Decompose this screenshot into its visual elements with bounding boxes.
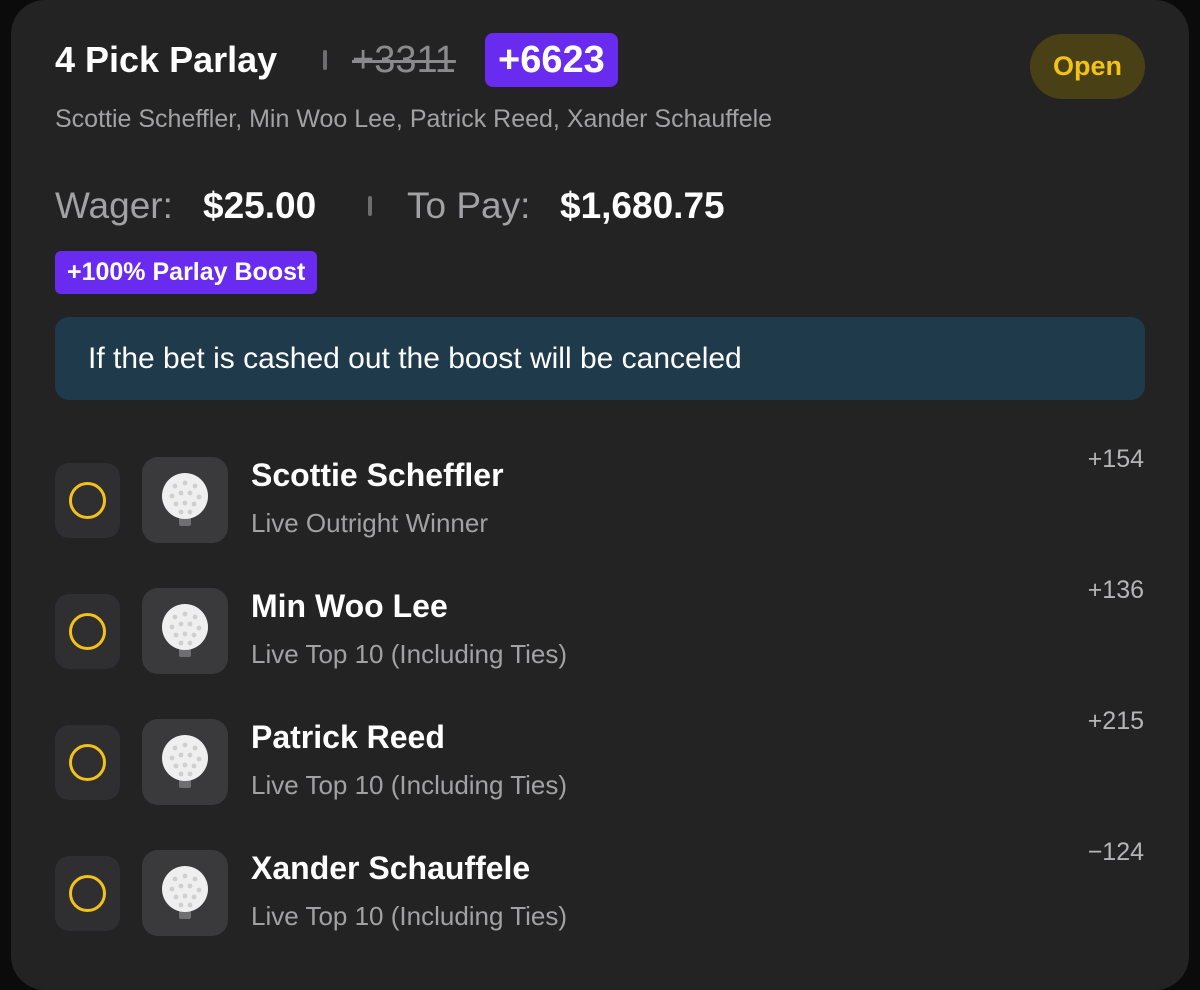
leg-status-box xyxy=(55,856,120,931)
pending-circle-icon xyxy=(69,613,106,650)
leg-row[interactable]: Xander Schauffele Live Top 10 (Including… xyxy=(11,838,1189,948)
to-pay-amount: $1,680.75 xyxy=(560,185,725,226)
golf-ball-icon xyxy=(142,588,228,674)
wager-amount: $25.00 xyxy=(203,185,317,226)
leg-odds: +136 xyxy=(1087,576,1144,604)
leg-row[interactable]: Patrick Reed Live Top 10 (Including Ties… xyxy=(11,707,1189,817)
golf-ball-icon xyxy=(142,850,228,936)
leg-odds: −124 xyxy=(1087,838,1144,866)
boost-notice: If the bet is cashed out the boost will … xyxy=(55,317,1145,400)
leg-market: Live Top 10 (Including Ties) xyxy=(251,901,568,931)
leg-status-box xyxy=(55,463,120,538)
pending-circle-icon xyxy=(69,482,106,519)
leg-odds: +215 xyxy=(1087,707,1144,735)
pending-circle-icon xyxy=(69,744,106,781)
leg-market: Live Top 10 (Including Ties) xyxy=(251,639,568,669)
status-badge: Open xyxy=(1030,34,1145,99)
golf-ball-icon xyxy=(142,457,228,543)
bet-card[interactable]: 4 Pick Parlay +3311 +6623 Open Scottie S… xyxy=(11,0,1189,990)
leg-row[interactable]: Min Woo Lee Live Top 10 (Including Ties)… xyxy=(11,576,1189,686)
original-odds: +3311 xyxy=(352,39,456,81)
leg-status-box xyxy=(55,725,120,800)
golf-ball-icon xyxy=(142,719,228,805)
bet-title: 4 Pick Parlay xyxy=(55,39,278,80)
leg-market: Live Outright Winner xyxy=(251,508,488,538)
leg-player-name: Patrick Reed xyxy=(251,719,445,755)
leg-player-name: Xander Schauffele xyxy=(251,850,531,886)
leg-player-name: Min Woo Lee xyxy=(251,588,448,624)
leg-odds: +154 xyxy=(1087,445,1144,473)
leg-market: Live Top 10 (Including Ties) xyxy=(251,770,568,800)
title-divider xyxy=(323,50,327,70)
parlay-boost-badge: +100% Parlay Boost xyxy=(55,251,318,294)
to-pay-label: To Pay: xyxy=(407,185,531,226)
boosted-odds-badge: +6623 xyxy=(485,33,618,87)
leg-row[interactable]: Scottie Scheffler Live Outright Winner +… xyxy=(11,445,1189,555)
leg-status-box xyxy=(55,594,120,669)
wager-label: Wager: xyxy=(55,185,173,226)
leg-player-name: Scottie Scheffler xyxy=(251,457,504,493)
boost-notice-text: If the bet is cashed out the boost will … xyxy=(88,342,742,375)
legs-summary: Scottie Scheffler, Min Woo Lee, Patrick … xyxy=(55,105,773,133)
wager-divider xyxy=(368,196,372,216)
pending-circle-icon xyxy=(69,875,106,912)
